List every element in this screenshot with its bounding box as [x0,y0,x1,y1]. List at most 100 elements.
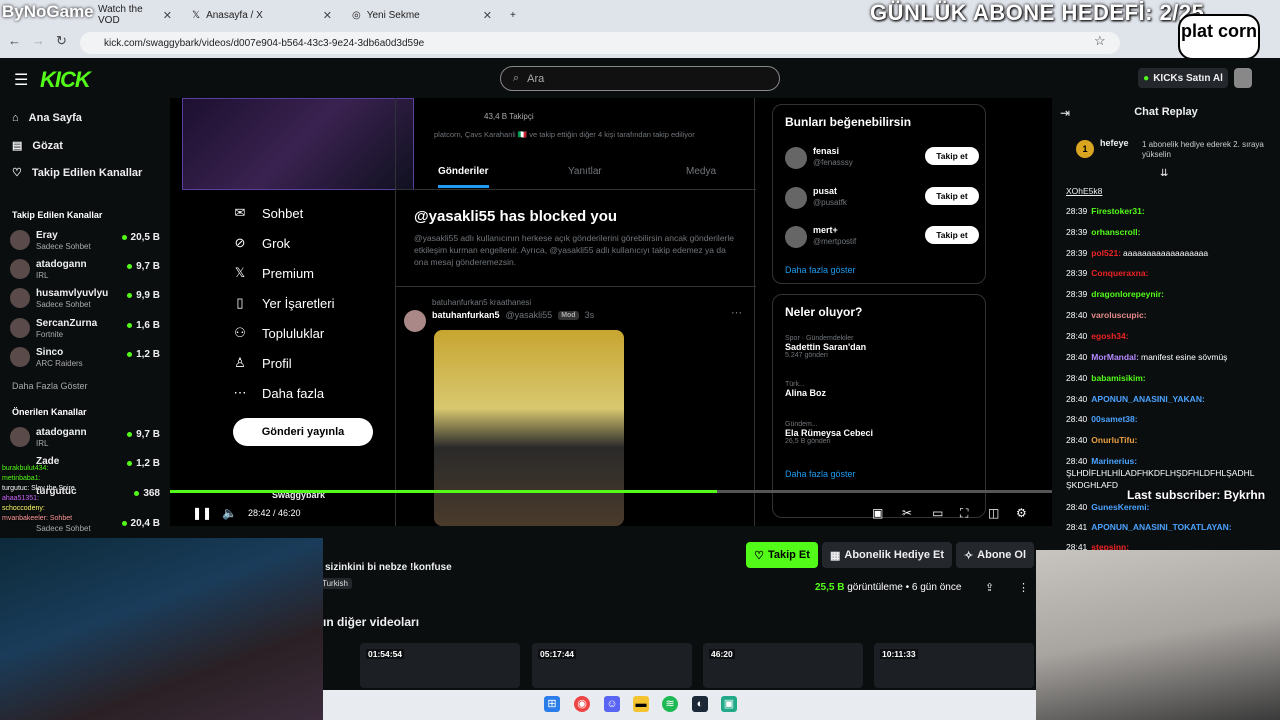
sidebar-item-home[interactable]: ⌂ Ana Sayfa [12,112,82,124]
x-nav-item[interactable]: ✉ Sohbet [232,198,382,228]
steam-icon[interactable]: ◐ [692,696,708,712]
close-icon[interactable]: ✕ [483,9,492,22]
close-icon[interactable]: ✕ [323,9,332,22]
miniplayer-icon[interactable]: ▣ [872,506,883,520]
msg-user[interactable]: APONUN_ANASINI_YAKAN: [1091,394,1205,404]
viewer-count: 9,7 B [127,261,160,272]
channel-item[interactable]: SercanZurna Fortnite 1,6 B [10,316,160,342]
suggestion-item[interactable]: fenasi @fenasssy Takip et [785,145,979,175]
msg-user[interactable]: MorMandal: [1091,352,1139,362]
close-icon[interactable]: ✕ [163,9,172,22]
avatar[interactable] [404,310,426,332]
video-thumbnail[interactable]: 05:17:44 [532,643,692,688]
channel-item[interactable]: Eray Sadece Sohbet 20,5 B [10,228,160,254]
kick-logo[interactable]: KICK [40,67,91,93]
forward-icon[interactable]: → [32,33,45,48]
more-icon[interactable]: ⋯ [731,306,742,319]
msg-user[interactable]: varoluscupic: [1091,310,1146,320]
tweet-image[interactable] [434,330,624,526]
browser-tab-x[interactable]: 𝕏 Anasayfa / X ✕ [184,4,340,26]
sidebar-item-following[interactable]: ♡ Takip Edilen Kanallar [12,166,142,180]
share-icon[interactable]: ⇪ [985,581,994,594]
video-thumbnail[interactable]: 01:54:54 [360,643,520,688]
spotify-icon[interactable]: ≋ [662,696,678,712]
channel-item[interactable]: atadogann IRL 9,7 B [10,425,160,451]
follow-button[interactable]: ♡ Takip Et [746,542,818,568]
show-more-link[interactable]: Daha fazla göster [785,469,856,479]
buy-kicks-button[interactable]: ● KICKs Satın Al [1138,68,1228,88]
windows-start-icon[interactable]: ⊞ [544,696,560,712]
chat-message: 28:41 APONUN_ANASINI_TOKATLAYAN: [1066,522,1234,532]
suggestion-item[interactable]: mert+ @mertpostif Takip et [785,224,979,254]
browser-tab-vod[interactable]: Watch the VOD ✕ [90,4,180,26]
browser-tab-new[interactable]: ◎ Yeni Sekme ✕ [344,4,500,26]
discord-icon[interactable]: ☺ [604,696,620,712]
channel-item[interactable]: Sinco ARC Raiders 1,2 B [10,345,160,371]
chrome-icon[interactable]: ◉ [574,696,590,712]
msg-user[interactable]: 00samet38: [1091,414,1137,424]
x-nav-item[interactable]: ▯ Yer İşaretleri [232,288,382,318]
sidebar-item-browse[interactable]: ▤ Gözat [12,139,63,153]
avatar [785,187,807,209]
volume-icon[interactable]: 🔈 [222,506,237,520]
menu-icon[interactable]: ☰ [14,70,28,90]
folder-icon[interactable]: ▬ [633,696,649,712]
x-nav-item[interactable]: 𝕏 Premium [232,258,382,288]
x-nav-item[interactable]: ⊘ Grok [232,228,382,258]
follow-button[interactable]: Takip et [925,147,979,165]
follow-button[interactable]: Takip et [925,226,979,244]
tab-posts[interactable]: Gönderiler [438,166,489,188]
tweet-author[interactable]: batuhanfurkan5 [432,310,500,320]
viewer-count: 1,2 B [127,349,160,360]
x-nav-item[interactable]: ⚇ Topluluklar [232,318,382,348]
video-thumbnail[interactable]: 10:11:33 [874,643,1034,688]
trend-item[interactable]: Türk... Alina Boz [785,381,975,398]
theater-icon[interactable]: ▭ [932,506,943,520]
settings-icon[interactable]: ⚙ [1016,506,1027,520]
pip-icon[interactable]: ◫ [988,506,999,520]
post-button[interactable]: Gönderi yayınla [233,418,373,446]
follow-button[interactable]: Takip et [925,187,979,205]
chat-first-user[interactable]: XOhE5k8 [1066,186,1102,196]
msg-user[interactable]: GunesKeremi: [1091,502,1149,512]
msg-user[interactable]: Marinerius: [1091,456,1137,466]
bookmark-star-icon[interactable]: ☆ [1094,33,1106,49]
msg-user[interactable]: babamisikim: [1091,373,1145,383]
msg-user[interactable]: pol521: [1091,248,1121,258]
msg-user[interactable]: Firestoker31: [1091,206,1144,216]
x-nav-item[interactable]: ♙ Profil [232,348,382,378]
msg-user[interactable]: APONUN_ANASINI_TOKATLAYAN: [1091,522,1231,532]
back-icon[interactable]: ← [8,33,21,48]
x-nav-item[interactable]: ⋯ Daha fazla [232,378,382,408]
msg-user[interactable]: orhanscroll: [1091,227,1140,237]
search-input[interactable]: ⌕ Ara [500,66,780,91]
fullscreen-icon[interactable]: ⛶ [960,506,968,521]
subscribe-button[interactable]: ✧ Abone Ol [956,542,1034,568]
suggestion-item[interactable]: pusat @pusatfk Takip et [785,185,979,215]
more-icon[interactable]: ⋮ [1018,581,1029,594]
msg-time: 28:40 [1066,331,1088,341]
tab-media[interactable]: Medya [686,166,716,177]
app-icon[interactable]: ▣ [721,696,737,712]
category-tag[interactable]: Turkish [318,578,352,589]
pin-icon[interactable]: ⇊ [1160,168,1168,179]
channel-item[interactable]: husamvlyuvlyu Sadece Sohbet 9,9 B [10,286,160,312]
trend-item[interactable]: Gündem... Ela Rümeysa Cebeci 26,5 B gönder… [785,421,975,445]
show-more-link[interactable]: Daha Fazla Göster [12,381,88,391]
channel-item[interactable]: atadogann IRL 9,7 B [10,257,160,283]
avatar[interactable] [1234,68,1252,88]
video-thumbnail[interactable]: 46:20 [703,643,863,688]
trend-item[interactable]: Spor · Gündemdekiler Sadettin Saran'dan 5.… [785,335,975,359]
new-tab-button[interactable]: + [502,4,522,26]
msg-user[interactable]: OnurluTifu: [1091,435,1137,445]
msg-user[interactable]: egosh34: [1091,331,1128,341]
address-bar[interactable]: kick.com/swaggybark/videos/d007e904-b564… [80,32,1120,54]
clip-icon[interactable]: ✂ [902,506,912,520]
msg-user[interactable]: Conqueraxna: [1091,268,1148,278]
tab-replies[interactable]: Yanıtlar [568,166,602,177]
gift-sub-button[interactable]: ▦ Abonelik Hediye Et [822,542,952,568]
show-more-link[interactable]: Daha fazla göster [785,265,856,275]
pause-icon[interactable]: ❚❚ [192,506,212,520]
msg-user[interactable]: dragonlorepeynir: [1091,289,1164,299]
reload-icon[interactable]: ↻ [56,33,67,49]
